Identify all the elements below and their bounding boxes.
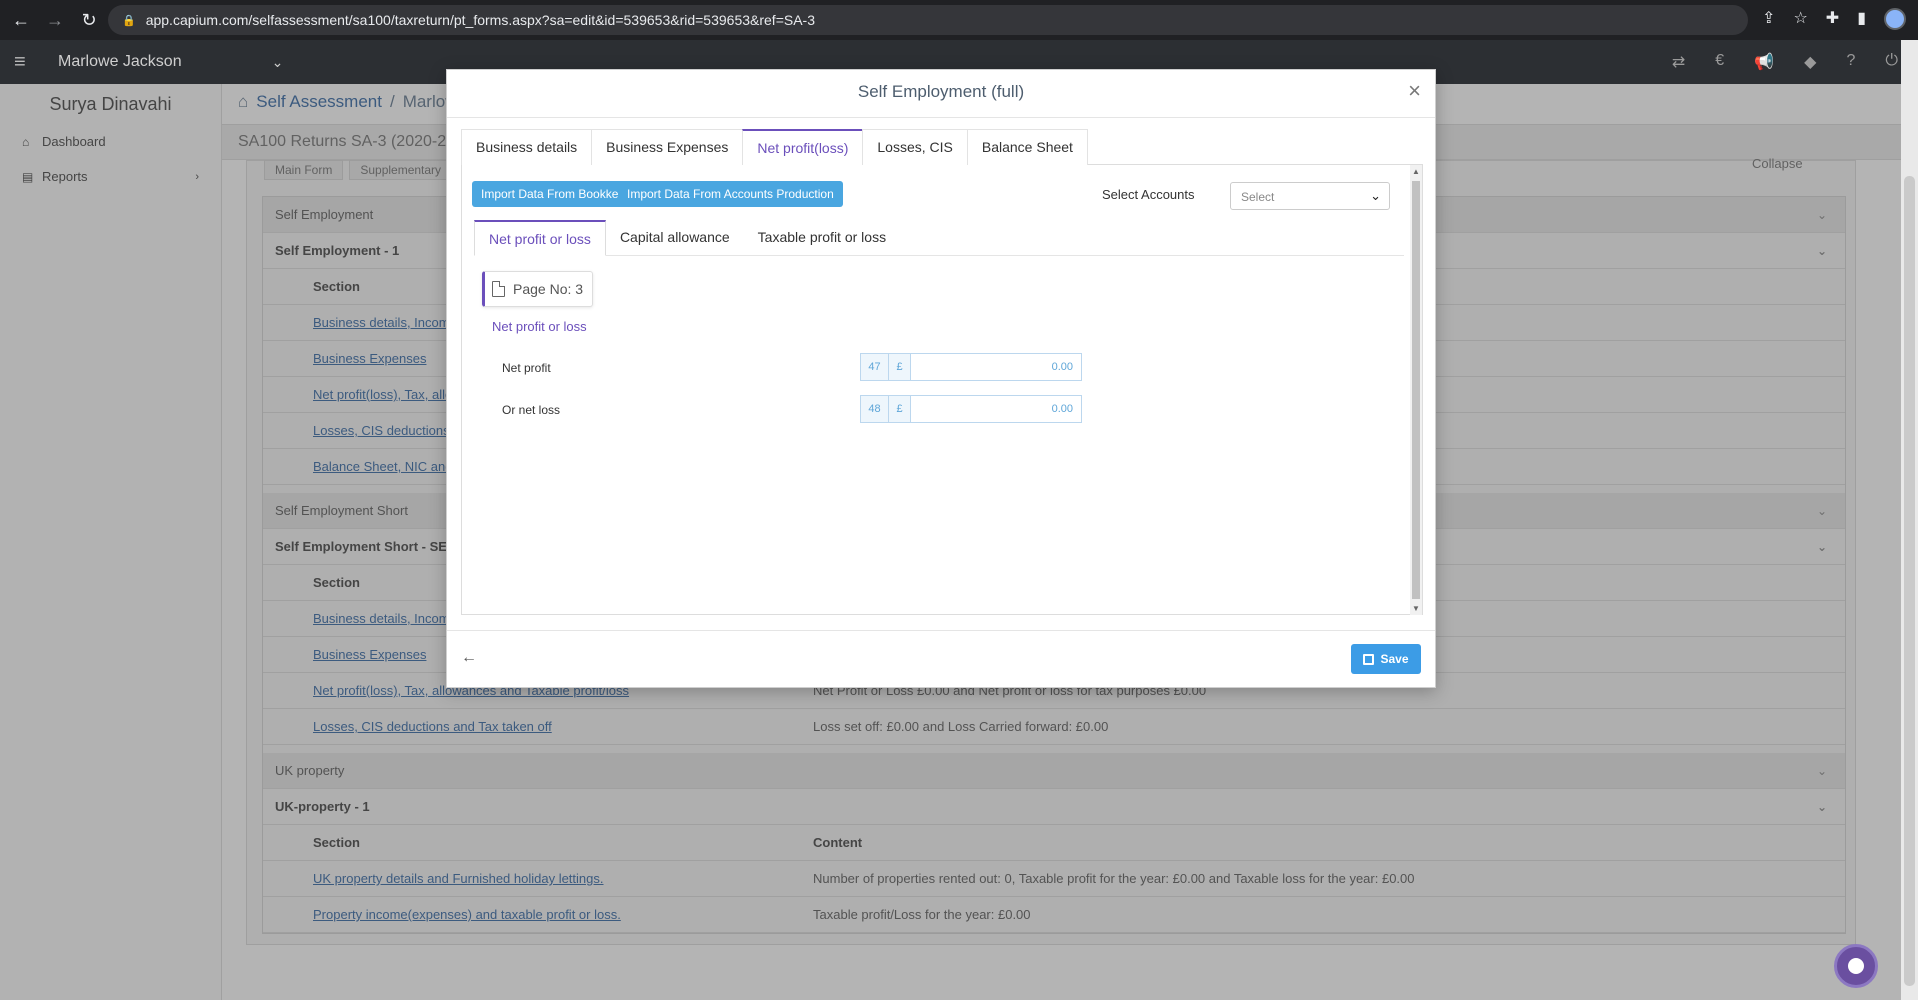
scroll-up-icon[interactable]: ▲ [1412,167,1420,176]
chevron-down-icon[interactable]: ⌄ [272,54,284,71]
tab-business-expenses[interactable]: Business Expenses [591,129,744,165]
page-number-badge: Page No: 3 [482,271,594,307]
switch-icon[interactable]: ⇄ [1672,52,1685,72]
save-label: Save [1380,652,1409,666]
lock-icon: 🔒 [122,14,136,27]
client-name[interactable]: Marlowe Jackson [58,53,182,71]
net-profit-input[interactable]: 0.00 [911,354,1081,380]
currency-icon[interactable]: € [1715,52,1724,72]
tab-business-details[interactable]: Business details [461,129,593,165]
import-accounts-production-button[interactable]: Import Data From Accounts Production [618,181,843,207]
header-actions: ⇄ € 📢 ◆ ? ⏻ [1672,52,1898,72]
sidepanel-icon[interactable]: ▮ [1857,8,1866,30]
scroll-down-icon[interactable]: ▼ [1412,604,1420,613]
close-icon[interactable]: × [1408,78,1421,104]
currency-symbol: £ [889,354,911,380]
forward-icon[interactable]: → [42,7,68,33]
page-scrollbar-thumb[interactable] [1904,176,1915,986]
net-profit-field[interactable]: 47 £ 0.00 [860,353,1082,381]
select-accounts-label: Select Accounts [1102,187,1195,202]
menu-icon[interactable]: ≡ [14,51,32,74]
megaphone-icon[interactable]: 📢 [1754,52,1774,72]
tag-icon[interactable]: ◆ [1804,52,1816,72]
self-employment-modal: Self Employment (full) × Business detail… [446,69,1436,688]
scrollbar-thumb[interactable] [1412,181,1420,599]
arrow-left-icon[interactable]: ← [461,649,477,667]
save-button[interactable]: Save [1351,644,1421,674]
chevron-down-icon: ⌄ [1370,188,1381,203]
tab-capital-allowance[interactable]: Capital allowance [606,220,744,256]
box-number: 47 [861,354,889,380]
help-icon[interactable]: ? [1846,52,1855,72]
select-accounts-dropdown[interactable]: Select ⌄ [1230,182,1390,210]
modal-header: Self Employment (full) × [447,70,1435,118]
star-icon[interactable]: ☆ [1793,8,1807,30]
browser-toolbar: ← → ↻ 🔒 app.capium.com/selfassessment/sa… [0,0,1918,40]
net-loss-field[interactable]: 48 £ 0.00 [860,395,1082,423]
select-value: Select [1241,190,1275,204]
back-icon[interactable]: ← [8,7,34,33]
modal-footer: ← Save [447,630,1435,688]
net-profit-label: Net profit [502,361,551,375]
modal-title: Self Employment (full) [857,82,1025,101]
page-icon [492,281,505,297]
chat-launcher-icon[interactable] [1834,944,1878,988]
share-icon[interactable]: ⇪ [1762,8,1775,30]
power-icon[interactable]: ⏻ [1885,52,1898,72]
browser-actions: ⇪ ☆ ✚ ▮ [1762,8,1906,30]
reload-icon[interactable]: ↻ [76,7,102,33]
page-scrollbar[interactable] [1901,40,1918,1000]
extensions-icon[interactable]: ✚ [1826,8,1839,30]
sub-tabs: Net profit or loss Capital allowance Tax… [474,220,1404,256]
tab-losses-cis[interactable]: Losses, CIS [862,129,968,165]
net-loss-input[interactable]: 0.00 [911,396,1081,422]
tab-net-profit-loss[interactable]: Net profit(loss) [742,129,864,165]
tab-balance-sheet[interactable]: Balance Sheet [966,129,1088,165]
tab-net-profit-or-loss[interactable]: Net profit or loss [474,220,606,256]
tab-taxable-profit-or-loss[interactable]: Taxable profit or loss [744,220,900,256]
address-bar[interactable]: 🔒 app.capium.com/selfassessment/sa100/ta… [108,5,1748,35]
content-scrollbar[interactable]: ▲ ▼ [1410,165,1422,615]
tab-content: Import Data From Bookkeeping Import Data… [461,165,1423,615]
currency-symbol: £ [889,396,911,422]
section-title: Net profit or loss [492,319,587,334]
url-text: app.capium.com/selfassessment/sa100/taxr… [145,12,815,28]
net-loss-label: Or net loss [502,403,561,417]
floppy-icon [1363,653,1375,665]
profile-avatar[interactable] [1884,8,1906,30]
section-tabs: Business details Business Expenses Net p… [461,129,1423,165]
box-number: 48 [861,396,889,422]
page-number: Page No: 3 [513,281,584,297]
